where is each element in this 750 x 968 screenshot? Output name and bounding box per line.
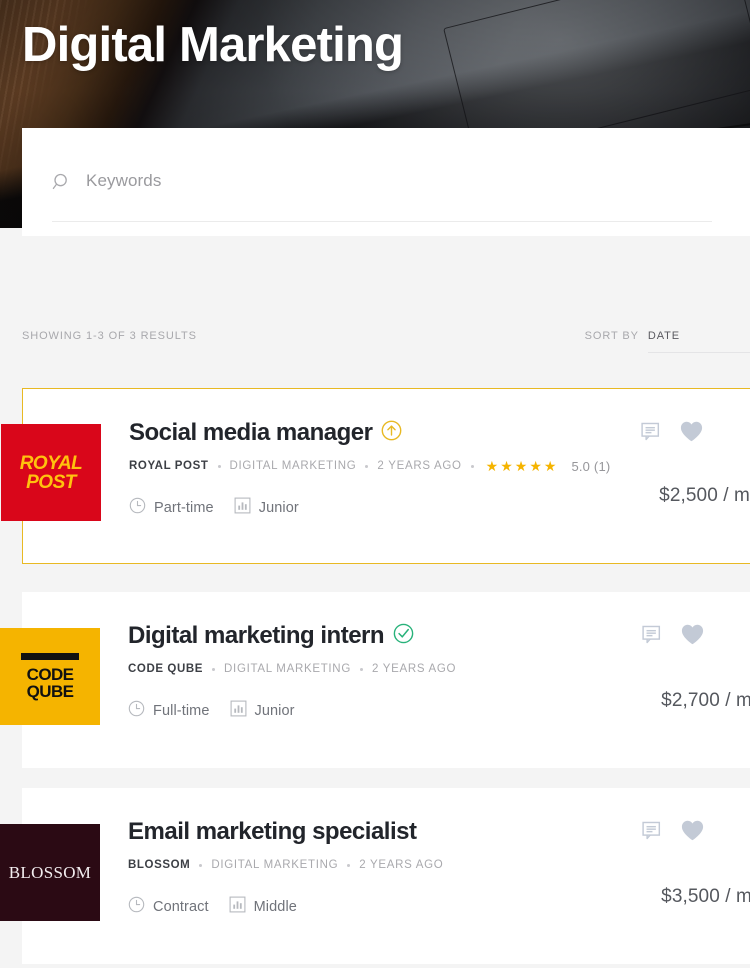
job-card[interactable]: BLOSSOM Email marketing specialist BLOSS… [0,788,750,964]
search-panel: Keywords [22,128,750,236]
job-tags: Contract Middle [128,896,750,918]
rating-value: 5.0 (1) [571,458,611,474]
job-meta: ROYAL POST DIGITAL MARKETING 2 YEARS AGO… [129,458,750,474]
royal-post-logo: ROYAL POST [1,424,101,521]
job-level-tag: Junior [234,497,299,519]
job-type-tag: Full-time [128,700,210,722]
star-icon: ★ [485,458,499,474]
job-title[interactable]: Social media manager [129,418,373,448]
job-type-tag: Contract [128,896,209,918]
job-category[interactable]: DIGITAL MARKETING [211,859,338,871]
sort-by-label: SORT BY [584,330,639,342]
sort-control[interactable]: SORT BY DATE [585,330,750,353]
blossom-logo: BLOSSOM [0,824,100,921]
sort-by-value[interactable]: DATE [647,330,750,353]
job-card[interactable]: ROYAL POST Social media manager ROYAL PO… [1,388,750,564]
bar-chart-icon [229,896,246,918]
job-level-tag: Junior [230,700,295,722]
job-posted-date: 2 YEARS AGO [359,859,444,871]
job-level-label: Junior [254,703,295,719]
comment-bubble-icon[interactable] [641,624,662,650]
rating-stars: ★ ★ ★ ★ ★ [486,459,557,473]
search-placeholder: Keywords [86,171,162,190]
comment-bubble-icon[interactable] [641,820,662,846]
job-actions [640,421,703,447]
star-icon: ★ [543,458,557,474]
bar-chart-icon [234,497,251,519]
clock-icon [128,896,145,918]
logo-line-2: POST [26,471,76,493]
search-icon [52,172,72,197]
job-type-label: Contract [153,899,209,915]
job-type-label: Full-time [153,703,210,719]
results-bar: SHOWING 1-3 OF 3 RESULTS SORT BY DATE [0,325,750,359]
job-actions [641,820,704,846]
heart-icon[interactable] [681,624,704,650]
heart-icon[interactable] [681,820,704,846]
job-level-label: Middle [253,899,297,915]
logo-line-1: CODE [26,665,74,684]
search-input[interactable]: Keywords [52,170,712,222]
star-icon: ★ [500,458,513,474]
separator-dot-icon [359,667,363,671]
separator-dot-icon [199,863,203,867]
job-type-label: Part-time [154,500,214,516]
job-price: $2,700 / mo. [661,690,750,711]
logo-bar [21,653,79,660]
job-category[interactable]: DIGITAL MARKETING [224,663,351,675]
job-posted-date: 2 YEARS AGO [371,663,457,675]
job-price: $3,500 / mo. [661,886,750,907]
logo-line-2: QUBE [26,682,74,701]
job-level-label: Junior [258,500,299,516]
separator-dot-icon [365,464,369,468]
job-card[interactable]: CODE QUBE Digital marketing intern CODE … [0,592,750,768]
results-count: SHOWING 1-3 OF 3 RESULTS [22,330,197,342]
separator-dot-icon [347,863,351,867]
job-title[interactable]: Email marketing specialist [128,817,417,847]
job-company[interactable]: BLOSSOM [128,859,190,871]
heart-icon[interactable] [680,421,703,447]
job-category[interactable]: DIGITAL MARKETING [230,460,357,472]
job-company[interactable]: ROYAL POST [129,460,209,472]
job-meta: CODE QUBE DIGITAL MARKETING 2 YEARS AGO [128,661,750,677]
page-title: Digital Marketing [22,18,404,72]
logo-line-1: BLOSSOM [8,862,92,882]
clock-icon [128,700,145,722]
job-level-tag: Middle [229,896,297,918]
job-meta: BLOSSOM DIGITAL MARKETING 2 YEARS AGO [128,857,750,873]
job-company[interactable]: CODE QUBE [128,663,203,675]
comment-bubble-icon[interactable] [640,421,661,447]
verified-check-icon [393,623,414,649]
job-tags: Full-time Junior [128,700,750,722]
job-actions [641,624,704,650]
logo-line-1: ROYAL [19,452,83,474]
job-price: $2,500 / mo. [659,485,750,506]
separator-dot-icon [212,667,216,671]
star-icon: ★ [529,458,542,474]
separator-dot-icon [217,464,221,468]
featured-arrow-up-icon [381,420,402,446]
star-icon: ★ [514,458,528,474]
separator-dot-icon [470,464,474,468]
bar-chart-icon [230,700,247,722]
job-title[interactable]: Digital marketing intern [128,621,385,651]
clock-icon [129,497,146,519]
job-posted-date: 2 YEARS AGO [377,460,462,472]
job-tags: Part-time Junior [129,497,750,519]
job-type-tag: Part-time [129,497,214,519]
code-qube-logo: CODE QUBE [0,628,100,725]
